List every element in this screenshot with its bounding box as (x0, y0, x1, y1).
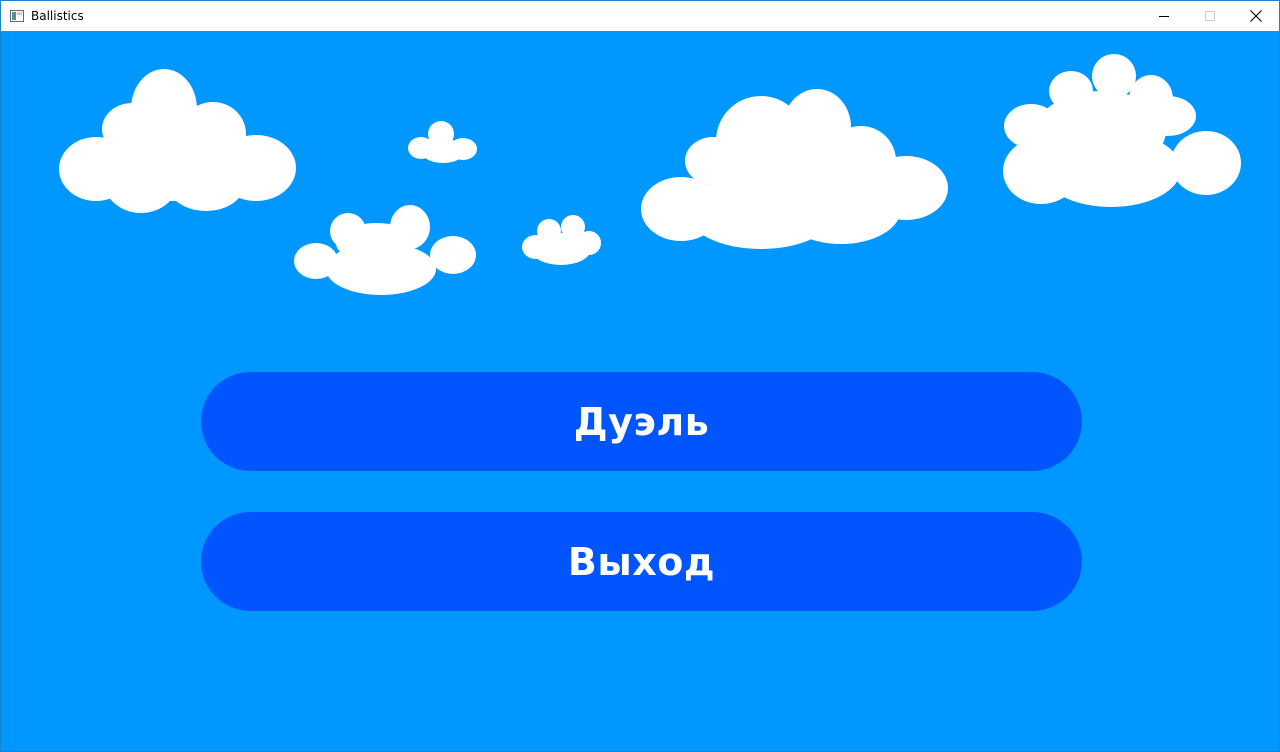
close-button[interactable] (1233, 1, 1279, 31)
cloud (1003, 54, 1241, 207)
app-window: Ballistics Дуэль Выход (0, 0, 1280, 752)
cloud (408, 121, 477, 163)
cloud (522, 215, 601, 265)
cloud (641, 89, 948, 249)
game-canvas: Дуэль Выход (1, 31, 1279, 751)
caption-buttons (1141, 1, 1279, 31)
maximize-icon (1205, 11, 1215, 21)
duel-button[interactable]: Дуэль (201, 372, 1082, 471)
exit-button[interactable]: Выход (201, 512, 1082, 611)
window-app-icon (9, 8, 25, 24)
clouds-background (59, 54, 1241, 295)
maximize-button (1187, 1, 1233, 31)
window-title: Ballistics (31, 9, 84, 23)
minimize-button[interactable] (1141, 1, 1187, 31)
close-icon (1250, 10, 1262, 22)
title-bar[interactable]: Ballistics (1, 1, 1279, 31)
cloud (294, 205, 476, 295)
duel-button-label: Дуэль (573, 399, 710, 444)
cloud (59, 69, 296, 213)
exit-button-label: Выход (567, 539, 716, 584)
minimize-icon (1159, 16, 1169, 17)
